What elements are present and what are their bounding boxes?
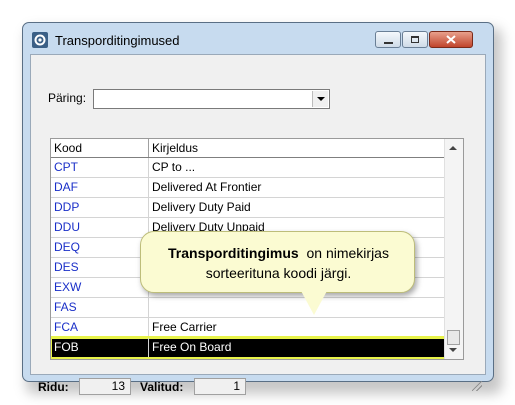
close-icon bbox=[446, 35, 456, 44]
cell-code: DDU bbox=[51, 218, 149, 237]
row-count-value: 13 bbox=[79, 378, 131, 395]
cell-code: FOB bbox=[51, 338, 149, 357]
cell-description: CP to ... bbox=[152, 160, 196, 174]
cell-description: Delivered At Frontier bbox=[152, 180, 262, 194]
resize-grip-icon[interactable] bbox=[472, 381, 482, 391]
table-row[interactable]: DAF Delivered At Frontier bbox=[51, 178, 446, 198]
callout-line-2: sorteerituna koodi järgi. bbox=[205, 265, 352, 281]
table-row[interactable]: FOB Free On Board bbox=[51, 336, 448, 359]
cell-description bbox=[149, 298, 446, 317]
grid-header: Kood Kirjeldus bbox=[51, 139, 446, 158]
maximize-button[interactable] bbox=[402, 31, 428, 48]
cell-code: CPT bbox=[51, 158, 149, 177]
cell-code: DAF bbox=[51, 178, 149, 197]
callout-pointer bbox=[300, 289, 328, 315]
cell-code: FAS bbox=[51, 298, 149, 317]
cell-code: DES bbox=[51, 258, 149, 277]
cell-code: EXW bbox=[51, 278, 149, 297]
vertical-scrollbar[interactable] bbox=[444, 139, 463, 359]
row-count-label: Ridu: bbox=[38, 380, 69, 394]
info-callout: Transporditingimus on nimekirjas sorteer… bbox=[140, 231, 415, 293]
window-title: Transporditingimused bbox=[55, 33, 180, 48]
scroll-up-icon[interactable] bbox=[449, 146, 457, 150]
cell-code: DEQ bbox=[51, 238, 149, 257]
window-client-area: Päring: Kood Kirjeldus CPT CP to ... DAF De… bbox=[30, 54, 486, 375]
scrollbar-thumb[interactable] bbox=[447, 330, 460, 345]
chevron-down-icon bbox=[317, 97, 325, 101]
callout-text-1: on nimekirjas bbox=[306, 245, 389, 261]
cell-description: Free Carrier bbox=[152, 320, 217, 334]
cell-description: Delivery Duty Paid bbox=[152, 200, 251, 214]
minimize-button[interactable] bbox=[375, 31, 401, 48]
transport-terms-window: Transporditingimused Päring: Kood Kirjel… bbox=[22, 22, 494, 395]
table-row[interactable]: FCA Free Carrier bbox=[51, 318, 446, 338]
table-row[interactable]: FAS bbox=[51, 298, 446, 318]
selected-count-value: 1 bbox=[194, 378, 246, 395]
title-bar[interactable]: Transporditingimused bbox=[23, 23, 493, 53]
selected-count-label: Valitud: bbox=[140, 380, 184, 394]
column-header-description[interactable]: Kirjeldus bbox=[149, 139, 446, 157]
status-bar: Ridu: 13 Valitud: 1 bbox=[30, 375, 486, 397]
callout-line-1: Transporditingimus on nimekirjas bbox=[141, 245, 416, 261]
scroll-down-icon[interactable] bbox=[449, 348, 457, 352]
cell-code: DDP bbox=[51, 198, 149, 217]
query-label: Päring: bbox=[48, 91, 87, 105]
maximize-icon bbox=[411, 36, 419, 43]
column-header-code[interactable]: Kood bbox=[51, 139, 149, 157]
cell-description: Free On Board bbox=[152, 340, 232, 354]
minimize-icon bbox=[384, 42, 393, 44]
query-combobox[interactable] bbox=[93, 89, 330, 109]
close-button[interactable] bbox=[429, 31, 473, 48]
query-dropdown-button[interactable] bbox=[312, 91, 328, 107]
app-gear-icon bbox=[32, 32, 48, 48]
table-row[interactable]: DDP Delivery Duty Paid bbox=[51, 198, 446, 218]
cell-code: FCA bbox=[51, 318, 149, 337]
table-row[interactable]: CPT CP to ... bbox=[51, 158, 446, 178]
callout-bold-term: Transporditingimus bbox=[168, 245, 299, 261]
